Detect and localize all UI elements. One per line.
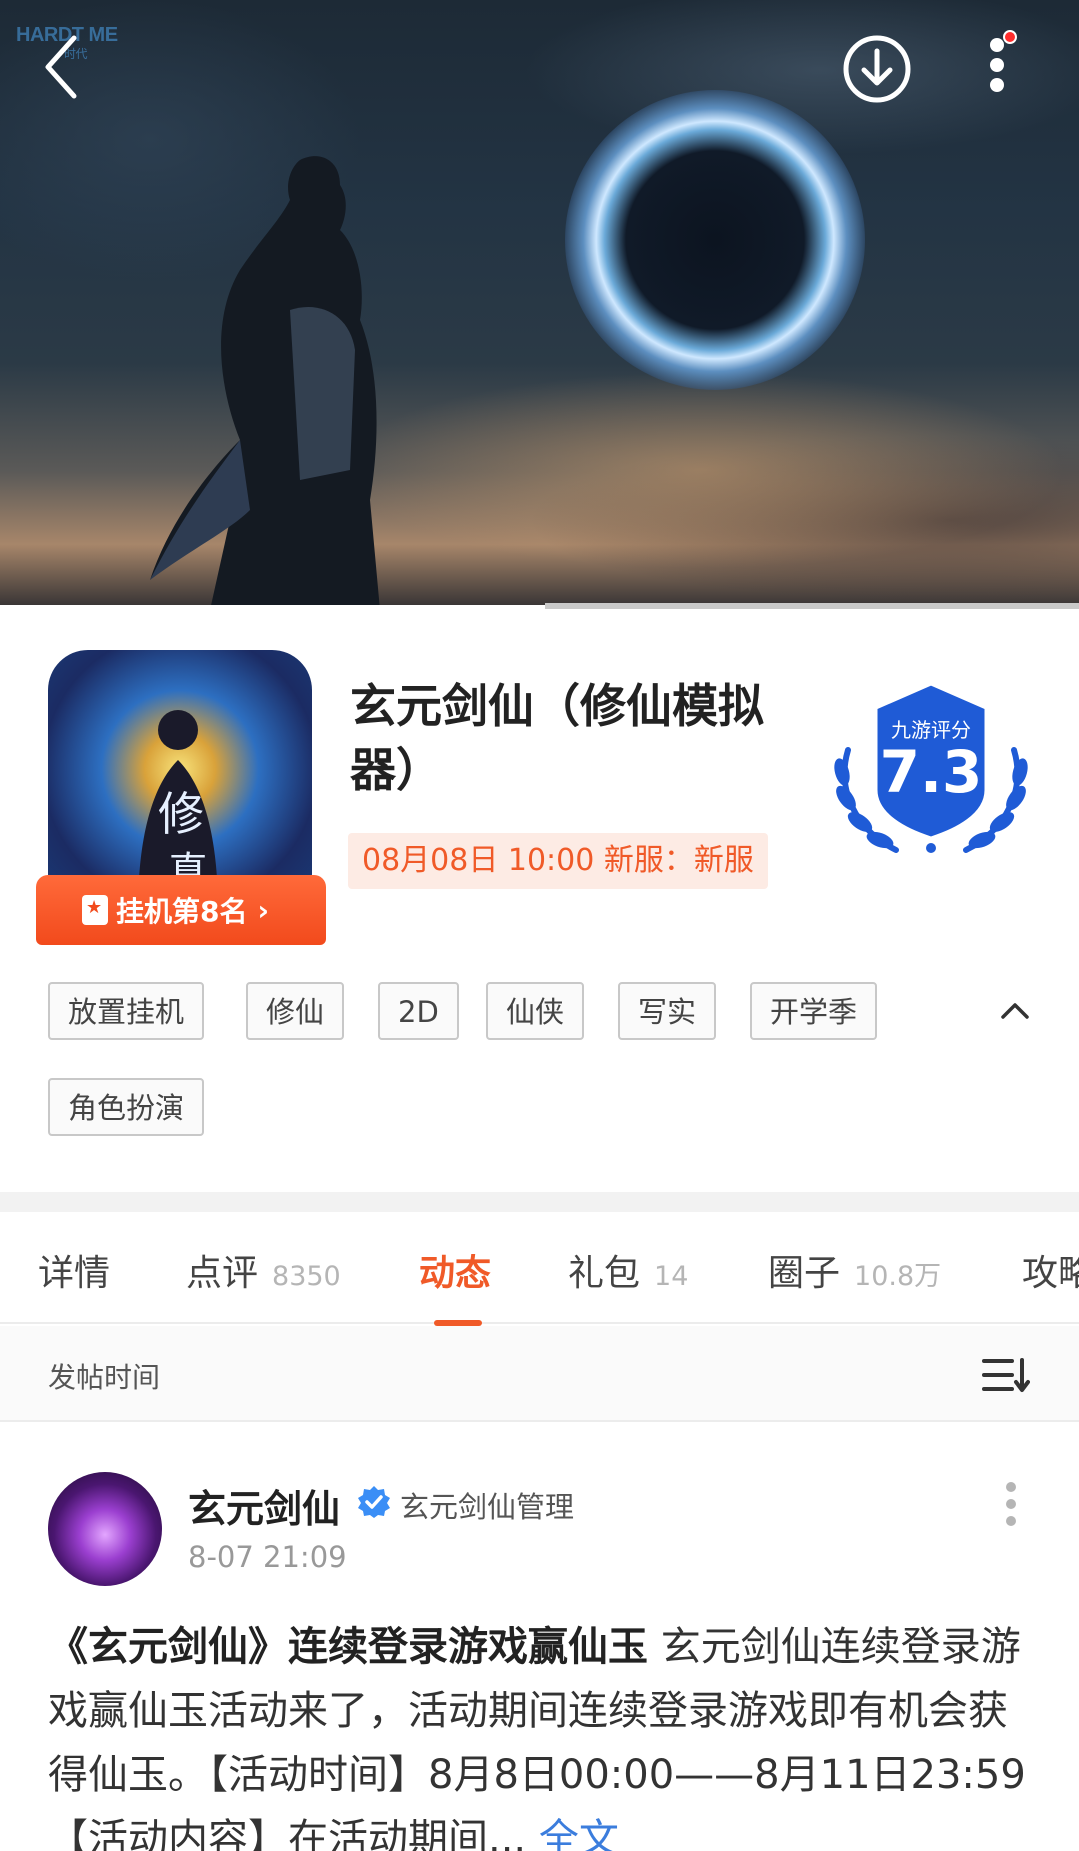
rating-value: 7.3 (879, 738, 983, 806)
tab-bar: 详情 点评 8350 动态 礼包 14 圈子 10.8万 攻略 (0, 1212, 1079, 1326)
tab-guides[interactable]: 攻略 (1022, 1244, 1079, 1296)
hero-warrior-figure (150, 156, 380, 605)
svg-text:修: 修 (158, 787, 204, 841)
sort-label[interactable]: 发帖时间 (48, 1356, 160, 1396)
tab-label: 攻略 (1022, 1253, 1079, 1294)
tag-chip[interactable]: 开学季 (750, 982, 878, 1040)
tab-activity[interactable]: 动态 (419, 1244, 491, 1296)
section-divider (0, 1192, 1079, 1212)
post-headline: 《玄元剑仙》连续登录游戏赢仙玉 (48, 1624, 648, 1670)
tab-label: 礼包 (568, 1253, 641, 1294)
rank-star-icon (82, 895, 108, 925)
sort-icon[interactable] (982, 1356, 1030, 1394)
post-more-icon[interactable] (1000, 1482, 1024, 1532)
tag-chip[interactable]: 仙侠 (486, 982, 585, 1040)
tag-chip[interactable]: 角色扮演 (48, 1078, 205, 1136)
chevron-up-icon[interactable] (995, 990, 1035, 1030)
rating-badge[interactable]: 九游评分 7.3 (826, 680, 1036, 860)
game-title: 玄元剑仙（修仙模拟器） (350, 679, 764, 797)
hero-portal (565, 90, 865, 390)
verified-icon (358, 1486, 390, 1518)
post-body[interactable]: 《玄元剑仙》连续登录游戏赢仙玉 玄元剑仙连续登录游戏赢仙玉活动来了，活动期间连续… (48, 1615, 1033, 1851)
tag-chip[interactable]: 2D (378, 982, 459, 1040)
read-more-link[interactable]: 全文 (539, 1816, 619, 1851)
post-timestamp: 8-07 21:09 (188, 1540, 347, 1574)
tab-circle[interactable]: 圈子 10.8万 (768, 1244, 941, 1296)
rank-banner[interactable]: 挂机第8名 › (36, 875, 326, 945)
tab-label: 详情 (38, 1253, 111, 1294)
tab-reviews[interactable]: 点评 8350 (186, 1244, 341, 1296)
avatar[interactable] (48, 1472, 162, 1586)
download-icon[interactable] (842, 34, 912, 104)
chevron-right-icon: › (257, 893, 270, 927)
more-menu-icon[interactable] (980, 30, 1017, 106)
rank-label: 挂机第8名 (116, 895, 248, 928)
sort-bar: 发帖时间 (0, 1326, 1079, 1422)
post-author[interactable]: 玄元剑仙 (188, 1478, 340, 1533)
tag-chip[interactable]: 写实 (618, 982, 717, 1040)
notification-dot (1003, 30, 1017, 44)
tag-chip[interactable]: 修仙 (246, 982, 345, 1040)
server-info-badge[interactable]: 08月08日 10:00 新服：新服 (348, 833, 768, 889)
hero-banner[interactable]: HARDT ME 时代 (0, 0, 1079, 605)
tab-label: 点评 (186, 1253, 259, 1294)
tab-count: 10.8万 (854, 1261, 942, 1292)
post-author-role: 玄元剑仙管理 (400, 1490, 575, 1524)
tab-count: 8350 (272, 1261, 341, 1292)
tab-label: 圈子 (768, 1253, 841, 1294)
tab-label: 动态 (419, 1253, 492, 1294)
tab-gifts[interactable]: 礼包 14 (568, 1244, 688, 1296)
carousel-progress (545, 603, 1079, 609)
tag-chip[interactable]: 放置挂机 (48, 982, 205, 1040)
tab-details[interactable]: 详情 (38, 1244, 110, 1296)
back-icon[interactable] (40, 32, 84, 102)
tab-count: 14 (654, 1261, 689, 1292)
